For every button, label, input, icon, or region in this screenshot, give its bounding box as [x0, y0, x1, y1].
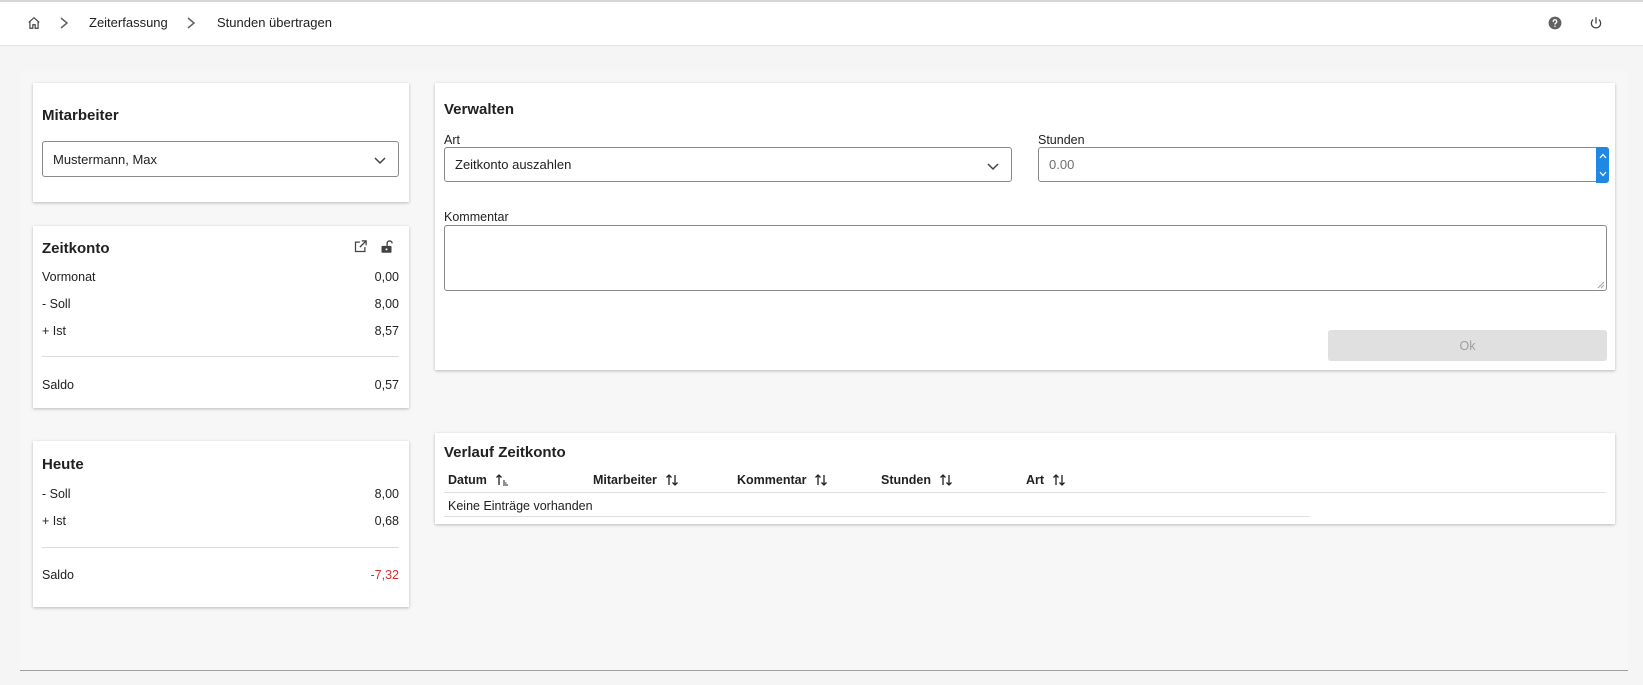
sort-icon — [815, 474, 828, 486]
heute-ist-value: 0,68 — [374, 514, 399, 528]
number-spinner[interactable] — [1596, 147, 1609, 183]
sort-icon — [1053, 474, 1066, 486]
chevron-up-icon[interactable] — [1599, 153, 1607, 159]
table-empty-message: Keine Einträge vorhanden — [448, 499, 593, 513]
verlauf-card: Verlauf Zeitkonto Datum Mitarbeiter Komm… — [435, 433, 1615, 524]
column-header-datum[interactable]: Datum — [448, 473, 509, 487]
top-bar: Zeiterfassung Stunden übertragen — [0, 0, 1643, 46]
zeitkonto-vormonat-value: 0,00 — [374, 270, 399, 284]
mitarbeiter-select[interactable]: Mustermann, Max — [42, 141, 399, 177]
heute-saldo-label: Saldo — [42, 568, 74, 582]
chevron-down-icon — [374, 157, 386, 165]
verwalten-card: Verwalten Art Zeitkonto auszahlen Stunde… — [435, 83, 1615, 370]
chevron-right-icon — [56, 14, 72, 32]
heute-ist-label: + Ist — [42, 514, 66, 528]
column-header-label: Kommentar — [737, 473, 807, 487]
table-header-divider — [444, 492, 1606, 493]
sort-icon — [940, 474, 952, 486]
zeitkonto-soll-value: 8,00 — [374, 297, 399, 311]
breadcrumb-stunden-uebertragen[interactable]: Stunden übertragen — [217, 15, 332, 30]
mitarbeiter-selected-value: Mustermann, Max — [53, 151, 158, 167]
art-label: Art — [444, 133, 460, 147]
main-content: Mitarbeiter Mustermann, Max Zeitkonto Vo… — [20, 71, 1628, 671]
table-row-divider — [444, 516, 1310, 517]
stunden-input-value: 0.00 — [1049, 157, 1075, 172]
chevron-down-icon[interactable] — [1599, 171, 1607, 177]
kommentar-textarea[interactable] — [444, 225, 1607, 291]
open-external-icon[interactable] — [353, 239, 369, 255]
zeitkonto-vormonat-label: Vormonat — [42, 270, 96, 284]
mitarbeiter-card: Mitarbeiter Mustermann, Max — [33, 83, 409, 202]
heute-soll-value: 8,00 — [374, 487, 399, 501]
home-icon[interactable] — [24, 13, 44, 33]
stunden-input[interactable]: 0.00 — [1038, 147, 1609, 183]
zeitkonto-card: Zeitkonto Vormonat 0,00 - Soll 8,00 + Is… — [33, 226, 409, 408]
resize-grip-icon[interactable] — [1597, 281, 1605, 289]
mitarbeiter-title: Mitarbeiter — [42, 107, 119, 124]
zeitkonto-saldo-label: Saldo — [42, 378, 74, 392]
zeitkonto-ist-value: 8,57 — [374, 324, 399, 338]
lock-open-icon[interactable] — [379, 239, 395, 255]
column-header-art[interactable]: Art — [1026, 473, 1066, 487]
verwalten-title: Verwalten — [444, 101, 515, 118]
column-header-label: Datum — [448, 473, 487, 487]
art-select[interactable]: Zeitkonto auszahlen — [444, 147, 1012, 182]
verlauf-title: Verlauf Zeitkonto — [444, 444, 566, 461]
kommentar-label: Kommentar — [444, 210, 509, 224]
art-selected-value: Zeitkonto auszahlen — [455, 157, 572, 172]
stunden-label: Stunden — [1038, 133, 1085, 147]
sort-ascending-icon — [495, 474, 508, 486]
ok-button[interactable]: Ok — [1328, 330, 1607, 361]
chevron-down-icon — [987, 163, 999, 171]
column-header-stunden[interactable]: Stunden — [881, 473, 953, 487]
help-icon[interactable] — [1546, 14, 1564, 32]
sort-icon — [665, 474, 678, 486]
heute-saldo-value: -7,32 — [370, 568, 400, 582]
column-header-label: Mitarbeiter — [593, 473, 657, 487]
divider — [42, 356, 399, 357]
column-header-label: Stunden — [881, 473, 931, 487]
column-header-label: Art — [1026, 473, 1045, 487]
zeitkonto-title: Zeitkonto — [42, 240, 110, 257]
column-header-mitarbeiter[interactable]: Mitarbeiter — [593, 473, 679, 487]
zeitkonto-ist-label: + Ist — [42, 324, 66, 338]
heute-title: Heute — [42, 456, 84, 473]
column-header-kommentar[interactable]: Kommentar — [737, 473, 828, 487]
heute-soll-label: - Soll — [42, 487, 71, 501]
power-icon[interactable] — [1587, 14, 1605, 32]
zeitkonto-soll-label: - Soll — [42, 297, 71, 311]
breadcrumb-zeiterfassung[interactable]: Zeiterfassung — [89, 15, 168, 30]
heute-card: Heute - Soll 8,00 + Ist 0,68 Saldo -7,32 — [33, 441, 409, 607]
divider — [42, 547, 399, 548]
chevron-right-icon — [183, 14, 199, 32]
zeitkonto-saldo-value: 0,57 — [374, 378, 399, 392]
